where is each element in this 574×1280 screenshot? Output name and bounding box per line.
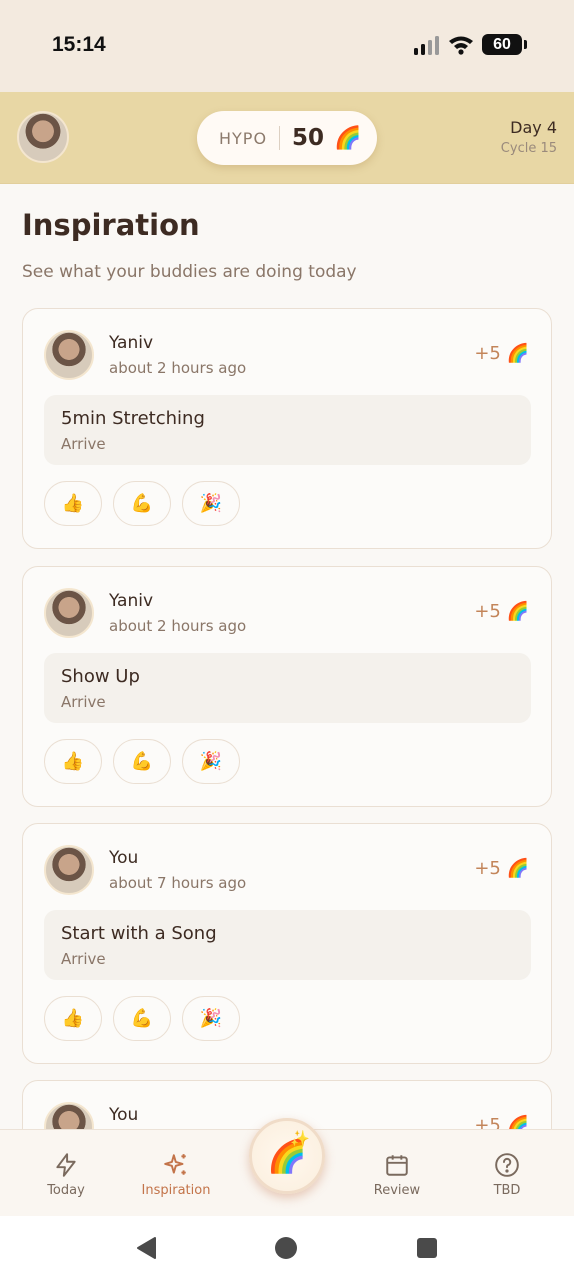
reactions-row: 👍 💪 🎉 bbox=[44, 481, 240, 526]
party-reaction-button[interactable]: 🎉 bbox=[182, 739, 240, 784]
reactions-row: 👍 💪 🎉 bbox=[44, 739, 240, 784]
nav-tbd-label: TBD bbox=[493, 1183, 521, 1198]
activity-box[interactable]: Show Up Arrive bbox=[44, 653, 531, 723]
post-time: about 2 hours ago bbox=[109, 359, 247, 377]
wifi-icon bbox=[449, 36, 473, 55]
status-bar: 15:14 60 bbox=[0, 0, 574, 92]
status-time: 15:14 bbox=[52, 33, 106, 56]
sparkle-icon: ✨ bbox=[290, 1129, 310, 1148]
battery-indicator: 60 bbox=[482, 34, 527, 55]
nav-today-label: Today bbox=[47, 1183, 85, 1198]
activity-stage: Arrive bbox=[61, 693, 106, 711]
score-label: HYPO bbox=[219, 128, 268, 148]
feed-card: Yaniv about 2 hours ago +5 🌈 Show Up Arr… bbox=[22, 566, 552, 807]
nav-inspiration-label: Inspiration bbox=[141, 1183, 211, 1198]
thumbs-up-reaction-button[interactable]: 👍 bbox=[44, 996, 102, 1041]
lightning-icon bbox=[56, 1153, 76, 1177]
post-time: about 2 hours ago bbox=[109, 617, 247, 635]
buddy-avatar[interactable] bbox=[44, 330, 94, 380]
buddy-name: Yaniv bbox=[109, 333, 154, 353]
points-badge: +5 🌈 bbox=[474, 858, 529, 879]
points-badge: +5 🌈 bbox=[474, 601, 529, 622]
android-nav-bar bbox=[0, 1216, 574, 1280]
signal-icon bbox=[414, 35, 439, 55]
cycle-label: Cycle 15 bbox=[500, 141, 557, 156]
muscle-reaction-button[interactable]: 💪 bbox=[113, 996, 171, 1041]
buddy-name: You bbox=[109, 1105, 139, 1125]
post-time: about 7 hours ago bbox=[109, 874, 247, 892]
points-badge: +5 🌈 bbox=[474, 343, 529, 364]
home-icon[interactable] bbox=[274, 1236, 298, 1260]
party-reaction-button[interactable]: 🎉 bbox=[182, 996, 240, 1041]
nav-review[interactable]: Review bbox=[352, 1152, 442, 1198]
buddy-avatar[interactable] bbox=[44, 588, 94, 638]
activity-box[interactable]: Start with a Song Arrive bbox=[44, 910, 531, 980]
score-divider bbox=[279, 126, 281, 150]
activity-stage: Arrive bbox=[61, 435, 106, 453]
recents-icon[interactable] bbox=[415, 1236, 439, 1260]
points-badge: +5 🌈 bbox=[474, 1115, 529, 1129]
thumbs-up-reaction-button[interactable]: 👍 bbox=[44, 739, 102, 784]
party-reaction-button[interactable]: 🎉 bbox=[182, 481, 240, 526]
page-title: Inspiration bbox=[22, 208, 200, 242]
score-value: 50 bbox=[292, 125, 325, 151]
log-activity-fab[interactable]: 🌈 ✨ bbox=[249, 1118, 325, 1194]
rainbow-icon: 🌈 bbox=[334, 125, 362, 151]
help-circle-icon bbox=[495, 1153, 519, 1177]
score-pill[interactable]: HYPO 50 🌈 bbox=[197, 111, 377, 165]
calendar-icon bbox=[386, 1155, 408, 1176]
buddy-name: You bbox=[109, 848, 139, 868]
feed-card: You about 7 hours ago +5 🌈 Start with a … bbox=[22, 823, 552, 1064]
sparkles-icon bbox=[164, 1154, 186, 1175]
activity-box[interactable]: 5min Stretching Arrive bbox=[44, 395, 531, 465]
nav-inspiration[interactable]: Inspiration bbox=[131, 1152, 221, 1198]
nav-tbd[interactable]: TBD bbox=[462, 1152, 552, 1198]
muscle-reaction-button[interactable]: 💪 bbox=[113, 481, 171, 526]
status-icons: 60 bbox=[414, 34, 527, 55]
day-info: Day 4 Cycle 15 bbox=[501, 118, 557, 156]
app-header: HYPO 50 🌈 Day 4 Cycle 15 bbox=[0, 92, 574, 184]
page-subtitle: See what your buddies are doing today bbox=[22, 262, 357, 282]
activity-name: Show Up bbox=[61, 666, 140, 687]
day-label: Day 4 bbox=[510, 118, 557, 137]
nav-today[interactable]: Today bbox=[21, 1152, 111, 1198]
activity-stage: Arrive bbox=[61, 950, 106, 968]
back-icon[interactable] bbox=[135, 1236, 159, 1260]
nav-review-label: Review bbox=[373, 1183, 421, 1198]
muscle-reaction-button[interactable]: 💪 bbox=[113, 739, 171, 784]
thumbs-up-reaction-button[interactable]: 👍 bbox=[44, 481, 102, 526]
feed-card: Yaniv about 2 hours ago +5 🌈 5min Stretc… bbox=[22, 308, 552, 549]
buddy-avatar[interactable] bbox=[44, 1102, 94, 1129]
buddy-name: Yaniv bbox=[109, 591, 154, 611]
activity-name: 5min Stretching bbox=[61, 408, 205, 429]
user-avatar[interactable] bbox=[17, 111, 69, 163]
reactions-row: 👍 💪 🎉 bbox=[44, 996, 240, 1041]
activity-name: Start with a Song bbox=[61, 923, 217, 944]
buddy-avatar[interactable] bbox=[44, 845, 94, 895]
feed-content[interactable]: Inspiration See what your buddies are do… bbox=[22, 184, 552, 1129]
